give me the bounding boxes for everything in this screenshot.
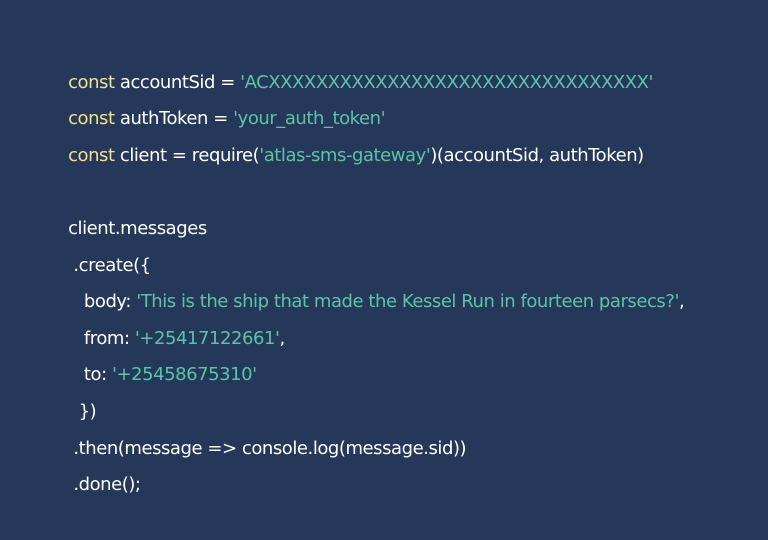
string-token: 'This is the ship that made the Kessel R… — [136, 291, 679, 313]
code-token: .done(); — [68, 474, 141, 496]
code-token: .then(message => console.log(message.sid… — [68, 437, 467, 459]
code-token: client.messages — [68, 217, 207, 239]
code-token: authToken = — [114, 108, 234, 130]
keyword-token: const — [68, 71, 115, 93]
code-token: .create({ — [68, 254, 151, 276]
string-token: 'atlas-sms-gateway' — [259, 144, 431, 166]
code-line: .then(message => console.log(message.sid… — [47, 394, 768, 459]
code-snippet: const accountSid = 'ACXXXXXXXXXXXXXXXXXX… — [0, 0, 768, 496]
keyword-token: const — [68, 108, 115, 130]
code-token: )(accountSid, authToken) — [430, 144, 644, 166]
code-token: body: — [68, 291, 137, 313]
string-token: 'your_auth_token' — [233, 108, 386, 130]
code-line: const accountSid = 'ACXXXXXXXXXXXXXXXXXX… — [47, 28, 768, 93]
code-token: , — [279, 327, 286, 349]
code-token: }) — [68, 400, 97, 422]
code-token: to: — [68, 364, 112, 386]
code-token: from: — [68, 327, 135, 349]
code-token: , — [678, 291, 685, 313]
string-token: '+25417122661' — [134, 327, 280, 349]
code-line: body: 'This is the ship that made the Ke… — [47, 248, 768, 312]
code-token: client = require( — [114, 144, 260, 166]
string-token: '+25458675310' — [111, 364, 257, 386]
keyword-token: const — [68, 144, 115, 166]
string-token: 'ACXXXXXXXXXXXXXXXXXXXXXXXXXXXXXXXX' — [240, 71, 653, 93]
code-token: accountSid = — [114, 71, 241, 93]
code-line: client.messages — [47, 174, 768, 239]
